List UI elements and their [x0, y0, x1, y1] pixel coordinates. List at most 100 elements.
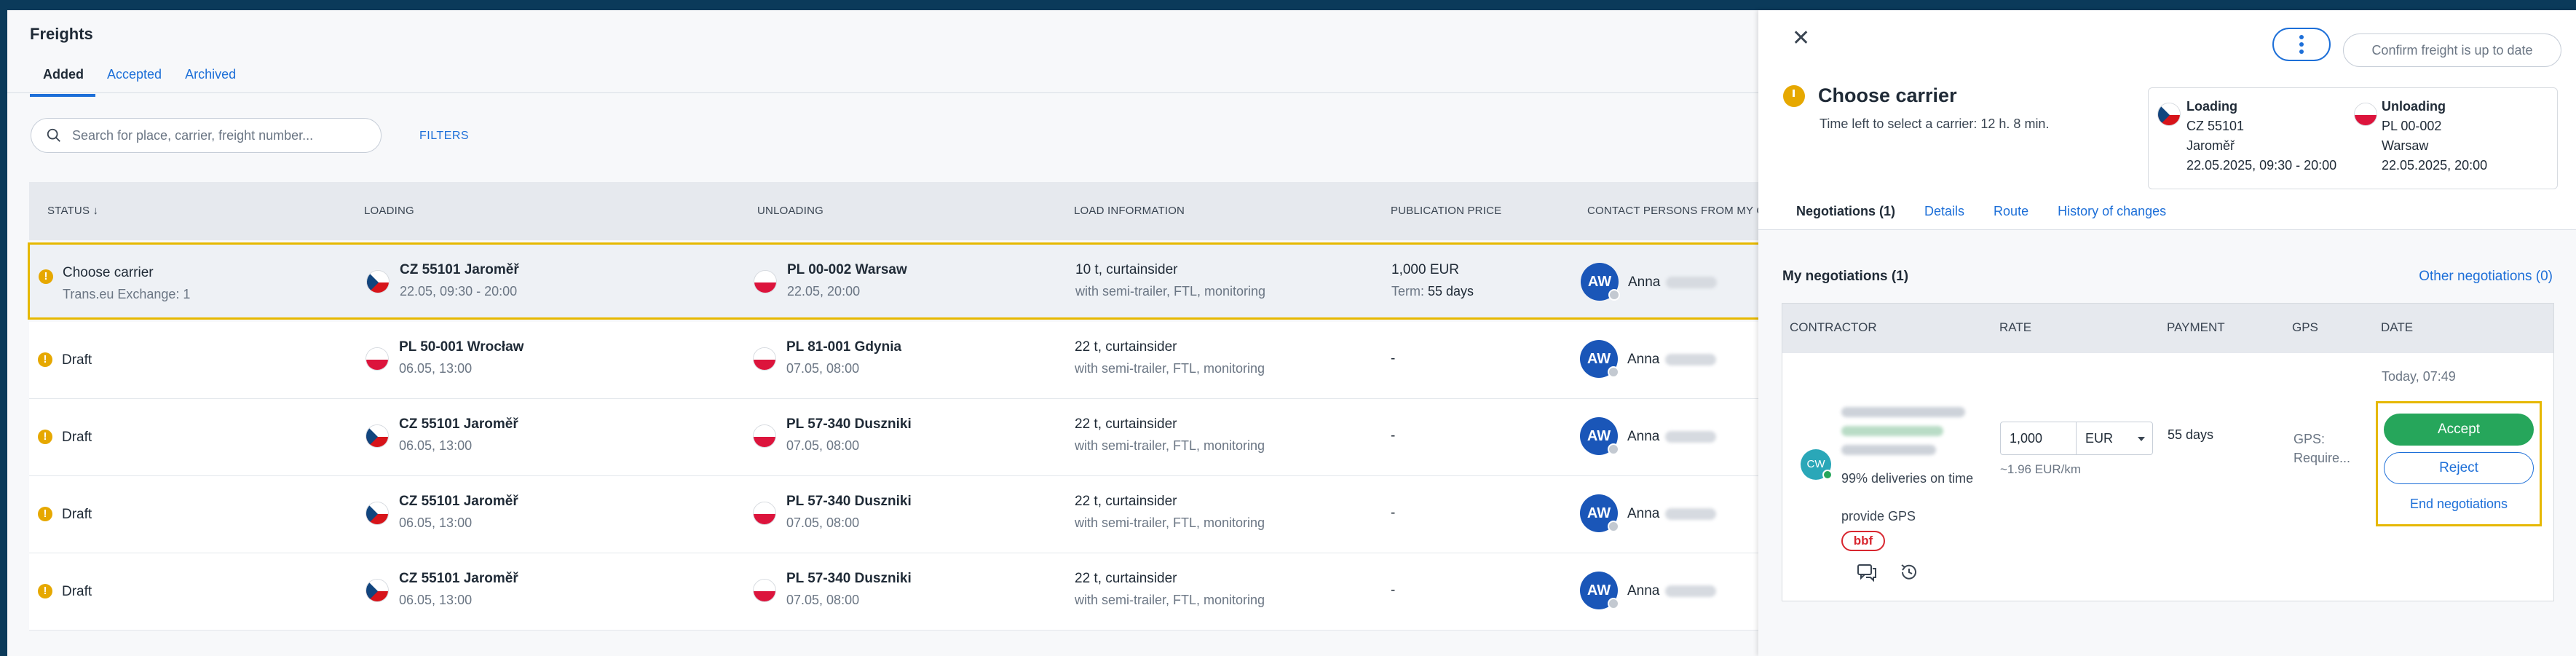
- load-info-cell: 22 t, curtainsider with semi-trailer, FT…: [1075, 494, 1265, 530]
- history-icon[interactable]: [1898, 561, 1920, 583]
- loading-unloading-summary: Loading CZ 55101 Jaroměř 22.05.2025, 09:…: [2148, 87, 2558, 189]
- status-dot-icon: [1608, 366, 1619, 378]
- load-info-cell: 22 t, curtainsider with semi-trailer, FT…: [1075, 416, 1265, 453]
- flag-pl-icon: [754, 270, 777, 293]
- search-input[interactable]: [72, 127, 378, 143]
- unloading-summary: Unloading PL 00-002 Warsaw 22.05.2025, 2…: [2382, 99, 2488, 173]
- avatar[interactable]: AW: [1580, 340, 1619, 378]
- flag-pl-icon: [366, 347, 389, 371]
- top-frame-bar: [0, 0, 2576, 10]
- confirm-up-to-date-button[interactable]: Confirm freight is up to date: [2343, 33, 2561, 67]
- load-info-cell: 22 t, curtainsider with semi-trailer, FT…: [1075, 339, 1265, 376]
- contact-surname-hidden: [1665, 430, 1717, 443]
- accept-button[interactable]: Accept: [2384, 414, 2534, 446]
- rate-per-km: ~1.96 EUR/km: [2000, 462, 2082, 476]
- rate-field[interactable]: EUR: [2000, 422, 2153, 455]
- bbf-badge: bbf: [1841, 531, 1885, 551]
- status-dot-icon: [1608, 521, 1619, 532]
- price-cell: -: [1391, 505, 1396, 521]
- rate-input[interactable]: [2001, 422, 2077, 454]
- nh-contractor: CONTRACTOR: [1790, 320, 1877, 334]
- contractor-location-hidden: [1841, 445, 1936, 455]
- flag-pl-icon: [753, 502, 776, 525]
- table-row[interactable]: ! Draft CZ 55101 Jaroměř 06.05, 13:00 PL…: [29, 399, 1758, 476]
- status-cell: Draft: [62, 430, 92, 445]
- avatar[interactable]: AW: [1581, 263, 1620, 301]
- status-dot-icon: [1608, 443, 1619, 455]
- loading-summary: Loading CZ 55101 Jaroměř 22.05.2025, 09:…: [2186, 99, 2337, 173]
- nh-gps: GPS: [2292, 320, 2318, 334]
- status-cell: Draft: [62, 507, 92, 522]
- avatar[interactable]: AW: [1580, 494, 1619, 532]
- negotiations-header: CONTRACTOR RATE PAYMENT GPS DATE: [1782, 304, 2553, 353]
- my-negotiations-heading: My negotiations (1): [1782, 269, 1909, 284]
- provide-gps: provide GPS: [1841, 509, 1916, 523]
- loading-cell: PL 50-001 Wrocław 06.05, 13:00: [399, 339, 524, 376]
- page-title: Freights: [30, 25, 93, 43]
- nh-date: DATE: [2381, 320, 2414, 334]
- gps-requirement: GPS: Require...: [2293, 432, 2351, 465]
- price-cell: 1,000 EUR Term: 55 days: [1391, 262, 1474, 299]
- contact-surname-hidden: [1666, 276, 1718, 288]
- th-unloading: UNLOADING: [757, 205, 823, 217]
- nh-payment: PAYMENT: [2167, 320, 2225, 334]
- flag-pl-icon: [753, 424, 776, 448]
- negotiations-table: CONTRACTOR RATE PAYMENT GPS DATE CW 99% …: [1782, 303, 2554, 601]
- flag-cz-icon: [366, 424, 389, 448]
- flag-cz-icon: [366, 502, 389, 525]
- other-negotiations-link[interactable]: Other negotiations (0): [2419, 269, 2553, 285]
- th-contact-persons: CONTACT PERSONS FROM MY COMP: [1587, 205, 1758, 217]
- table-header: STATUS ↓ LOADING UNLOADING LOAD INFORMAT…: [29, 182, 1758, 240]
- contractor-status-hidden: [1841, 426, 1943, 436]
- table-row[interactable]: ! Draft CZ 55101 Jaroměř 06.05, 13:00 PL…: [29, 476, 1758, 553]
- currency-select[interactable]: EUR: [2085, 431, 2113, 446]
- reject-button[interactable]: Reject: [2384, 452, 2534, 484]
- contact-name: Anna: [1628, 274, 1718, 291]
- freights-main: Freights Added Accepted Archived FILTERS…: [7, 10, 1758, 656]
- unloading-cell: PL 00-002 Warsaw 22.05, 20:00: [787, 262, 907, 299]
- unloading-cell: PL 57-340 Duszniki 07.05, 08:00: [786, 571, 912, 607]
- filters-button[interactable]: FILTERS: [419, 130, 469, 143]
- table-row[interactable]: ! Draft PL 50-001 Wrocław 06.05, 13:00 P…: [29, 322, 1758, 399]
- price-cell: -: [1391, 582, 1396, 598]
- th-publication-price: PUBLICATION PRICE: [1391, 205, 1502, 217]
- unloading-cell: PL 57-340 Duszniki 07.05, 08:00: [786, 416, 912, 453]
- left-frame-bar: [0, 10, 7, 656]
- contractor-avatar[interactable]: CW: [1801, 449, 1833, 480]
- table-row[interactable]: ! Draft CZ 55101 Jaroměř 06.05, 13:00 PL…: [29, 553, 1758, 631]
- unloading-cell: PL 81-001 Gdynia 07.05, 08:00: [786, 339, 902, 376]
- loading-cell: CZ 55101 Jaroměř 22.05, 09:30 - 20:00: [400, 262, 519, 299]
- end-negotiations-link[interactable]: End negotiations: [2378, 497, 2540, 512]
- status-dot-icon: [1608, 289, 1620, 301]
- flag-pl-icon: [2354, 103, 2377, 126]
- kebab-icon: [2299, 33, 2304, 55]
- contact-name: Anna: [1627, 352, 1717, 368]
- flag-cz-icon: [366, 270, 390, 293]
- warning-icon: !: [39, 269, 53, 284]
- status-cell: Choose carrier Trans.eu Exchange: 1: [63, 265, 191, 301]
- status-cell: Draft: [62, 352, 92, 368]
- contact-surname-hidden: [1665, 353, 1717, 365]
- table-row[interactable]: ! Choose carrier Trans.eu Exchange: 1 CZ…: [28, 242, 1758, 320]
- th-status[interactable]: STATUS ↓: [47, 205, 98, 217]
- warning-icon: !: [38, 584, 52, 598]
- close-icon[interactable]: ✕: [1792, 28, 1810, 50]
- freight-detail-panel: ✕ Confirm freight is up to date Choose c…: [1758, 10, 2576, 656]
- loading-cell: CZ 55101 Jaroměř 06.05, 13:00: [399, 416, 518, 453]
- loading-cell: CZ 55101 Jaroměř 06.05, 13:00: [399, 571, 518, 607]
- contractor-name-hidden: [1841, 407, 1965, 417]
- flag-cz-icon: [2157, 103, 2181, 126]
- chat-icon[interactable]: [1856, 561, 1878, 583]
- sort-arrow-icon: ↓: [92, 205, 99, 217]
- time-left-text: Time left to select a carrier: 12 h. 8 m…: [1820, 116, 2050, 131]
- nh-rate: RATE: [1999, 320, 2032, 334]
- search-box[interactable]: [31, 118, 382, 153]
- warning-icon: !: [38, 352, 52, 367]
- tabs-divider: [7, 92, 1758, 93]
- avatar[interactable]: AW: [1580, 572, 1619, 609]
- panel-title: Choose carrier: [1818, 84, 1957, 106]
- more-options-button[interactable]: [2272, 28, 2331, 61]
- th-loading: LOADING: [364, 205, 414, 217]
- avatar[interactable]: AW: [1580, 417, 1619, 455]
- unloading-cell: PL 57-340 Duszniki 07.05, 08:00: [786, 494, 912, 530]
